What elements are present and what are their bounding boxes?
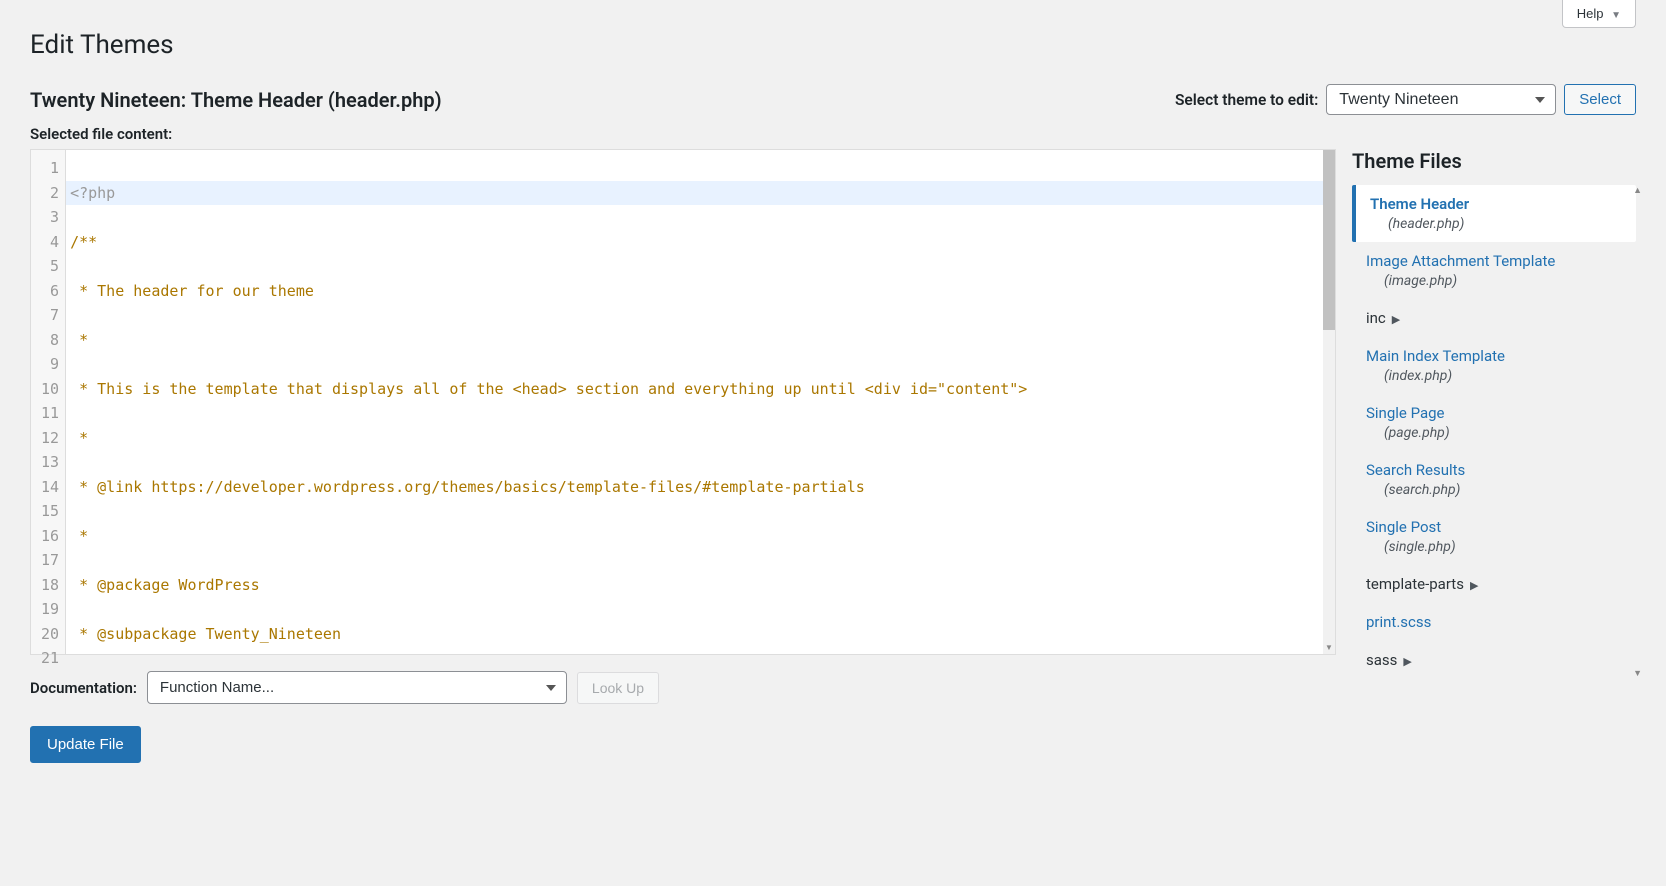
help-button[interactable]: Help ▼ bbox=[1562, 0, 1636, 28]
scroll-down-icon[interactable]: ▼ bbox=[1323, 642, 1335, 654]
select-button[interactable]: Select bbox=[1564, 84, 1636, 115]
update-file-button[interactable]: Update File bbox=[30, 726, 141, 763]
code-area[interactable]: <?php /** * The header for our theme * *… bbox=[66, 150, 1323, 654]
scroll-thumb[interactable] bbox=[1323, 150, 1335, 330]
line-gutter: 123456789101112131415161718192021 bbox=[31, 150, 66, 654]
lookup-button[interactable]: Look Up bbox=[577, 672, 659, 704]
selected-file-label: Selected file content: bbox=[30, 125, 1636, 143]
chevron-down-icon: ▼ bbox=[1611, 10, 1621, 21]
code-editor[interactable]: 123456789101112131415161718192021 <?php … bbox=[30, 149, 1336, 655]
file-folder[interactable]: inc▶ bbox=[1352, 299, 1636, 337]
editor-scrollbar[interactable]: ▲ ▼ bbox=[1323, 150, 1335, 654]
file-name: (image.php) bbox=[1384, 273, 1622, 289]
file-name: (single.php) bbox=[1384, 539, 1622, 555]
file-item[interactable]: Main Index Template(index.php) bbox=[1352, 337, 1636, 394]
chevron-right-icon: ▶ bbox=[1403, 655, 1411, 668]
file-heading: Twenty Nineteen: Theme Header (header.ph… bbox=[30, 88, 442, 112]
theme-select-group: Select theme to edit: Twenty Nineteen Se… bbox=[1175, 84, 1636, 115]
function-select[interactable]: Function Name... bbox=[147, 671, 567, 704]
select-theme-label: Select theme to edit: bbox=[1175, 91, 1318, 109]
page-title: Edit Themes bbox=[30, 0, 1636, 60]
file-folder[interactable]: sass▶ bbox=[1352, 641, 1636, 679]
file-item[interactable]: Single Page(page.php) bbox=[1352, 394, 1636, 451]
file-item[interactable]: Single Post(single.php) bbox=[1352, 508, 1636, 565]
file-name: (index.php) bbox=[1384, 368, 1622, 384]
file-item[interactable]: Theme Header(header.php) bbox=[1352, 185, 1636, 242]
chevron-right-icon: ▶ bbox=[1392, 313, 1400, 326]
help-label: Help bbox=[1577, 6, 1604, 21]
file-list: Theme Header(header.php)Image Attachment… bbox=[1352, 185, 1636, 679]
files-scroll-up-icon[interactable]: ▲ bbox=[1633, 185, 1642, 196]
theme-select[interactable]: Twenty Nineteen bbox=[1326, 84, 1556, 115]
file-name: (header.php) bbox=[1388, 216, 1622, 232]
file-item[interactable]: print.scss bbox=[1352, 603, 1636, 641]
files-scroll-down-icon[interactable]: ▼ bbox=[1633, 668, 1642, 679]
theme-files-heading: Theme Files bbox=[1352, 149, 1636, 173]
file-item[interactable]: Image Attachment Template(image.php) bbox=[1352, 242, 1636, 299]
documentation-label: Documentation: bbox=[30, 679, 137, 697]
file-folder[interactable]: template-parts▶ bbox=[1352, 565, 1636, 603]
file-name: (search.php) bbox=[1384, 482, 1622, 498]
file-item[interactable]: Search Results(search.php) bbox=[1352, 451, 1636, 508]
chevron-right-icon: ▶ bbox=[1470, 579, 1478, 592]
file-name: (page.php) bbox=[1384, 425, 1622, 441]
